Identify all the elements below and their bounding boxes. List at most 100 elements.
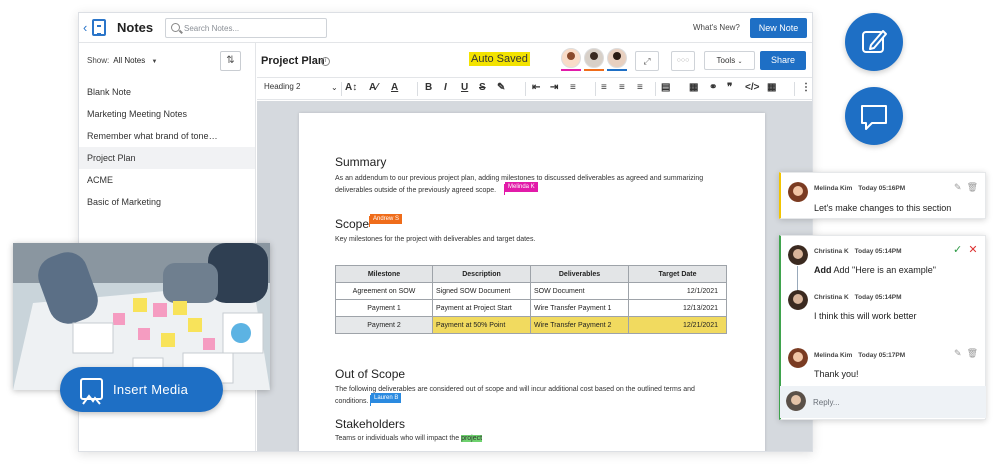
font-style-icon[interactable]: A⁄ (369, 82, 378, 93)
close-icon[interactable]: ✕ (968, 244, 977, 256)
comment-text: Let's make changes to this section (814, 203, 952, 213)
author-name: Melinda Kim (814, 352, 853, 359)
table-header-row: Milestone Description Deliverables Targe… (335, 265, 727, 283)
quote-icon[interactable]: ❞ (727, 82, 732, 93)
search-icon (171, 23, 180, 32)
toolbar-divider (525, 82, 526, 96)
highlighted-word: project (461, 435, 483, 442)
avatar (788, 182, 808, 202)
toolbar-divider (417, 82, 418, 96)
link-icon[interactable]: ⚭ (709, 82, 717, 93)
font-size-icon[interactable]: A↕ (345, 82, 357, 93)
font-color-icon[interactable]: A (391, 82, 398, 93)
app-title: Notes (117, 20, 154, 35)
table-cell: SOW Document (530, 282, 629, 300)
toolbar-divider (595, 82, 596, 96)
collaborator-avatar[interactable] (584, 48, 604, 68)
note-item[interactable]: Remember what brand of tone… (79, 125, 255, 147)
heading-style-select[interactable]: Heading 2 (264, 82, 300, 91)
highlight-pen-icon[interactable]: ✎ (497, 82, 505, 93)
document-title[interactable]: Project Plan (261, 55, 325, 67)
table-row: Agreement on SOW Signed SOW Document SOW… (335, 282, 727, 300)
avatar (788, 290, 808, 310)
info-icon[interactable]: i (321, 57, 330, 66)
sort-icon: ⇅ (226, 55, 235, 66)
collaborator-tag-lauren: Lauren B (371, 393, 402, 403)
indent-icon[interactable]: ⇥ (550, 82, 558, 93)
select-tool-icon[interactable]: ▤ (661, 82, 670, 93)
comment-author: Melinda Kim Today 05:17PM (814, 352, 905, 359)
align-icon[interactable]: ≡ (570, 82, 576, 93)
image-icon[interactable]: ▦ (689, 82, 698, 93)
check-icon[interactable]: ✓ (953, 244, 962, 256)
bold-icon[interactable]: B (425, 82, 432, 93)
reply-input[interactable] (813, 394, 973, 410)
table-cell: Wire Transfer Payment 2 (530, 316, 629, 334)
avatar-christina (788, 290, 808, 310)
whats-new-link[interactable]: What's New? (693, 23, 740, 32)
suggested-text: Add "Here is an example" (833, 265, 936, 275)
search-input[interactable] (184, 21, 322, 35)
avatar (788, 348, 808, 368)
comment-card: Melinda Kim Today 05:16PM ✎ 🗑 Let's make … (779, 172, 986, 219)
table-cell: 12/1/2021 (628, 282, 727, 300)
checklist-icon[interactable]: ≡ (637, 82, 643, 93)
strikethrough-icon[interactable]: S (479, 82, 486, 93)
collaborator-avatar[interactable] (561, 48, 581, 68)
comment-author: Melinda Kim Today 05:16PM (814, 185, 905, 192)
author-name: Christina K (814, 294, 849, 301)
avatar (788, 245, 808, 265)
share-button[interactable]: Share (760, 51, 806, 70)
stakeholders-text: Teams or individuals who will impact the… (335, 433, 483, 445)
sort-button[interactable]: ⇅ (220, 51, 241, 71)
collaborator-tag-melinda: Melinda K (505, 182, 538, 192)
code-icon[interactable]: </> (745, 82, 759, 93)
italic-icon[interactable]: I (444, 82, 447, 93)
edit-icon[interactable]: ✎ (954, 348, 962, 358)
outdent-icon[interactable]: ⇤ (532, 82, 540, 93)
insert-media-button[interactable]: Insert Media (60, 367, 223, 412)
note-item[interactable]: ACME (79, 169, 255, 191)
underline-icon[interactable]: U (461, 82, 468, 93)
comment-time: Today 05:14PM (854, 248, 902, 255)
mountain-icon (82, 394, 101, 405)
show-filter[interactable]: Show: All Notes ▼ (87, 56, 157, 65)
numbered-list-icon[interactable]: ≡ (619, 82, 625, 93)
trash-icon[interactable]: 🗑 (967, 182, 978, 192)
stakeholders-heading: Stakeholders (335, 417, 406, 431)
more-options-button[interactable]: ○○○ (671, 51, 695, 71)
comment-author: Christina K Today 05:14PM (814, 294, 902, 301)
show-label: Show: (87, 56, 110, 65)
out-of-scope-text-line-2: conditions. (335, 398, 369, 405)
comments-button[interactable] (845, 87, 903, 145)
edit-note-button[interactable] (845, 13, 903, 71)
table-cell: Wire Transfer Payment 1 (530, 299, 629, 317)
table-icon[interactable]: ▦ (767, 82, 776, 93)
chevron-down-icon: ⌄ (737, 59, 743, 65)
new-note-button[interactable]: New Note (750, 18, 807, 38)
bullet-list-icon[interactable]: ≡ (601, 82, 607, 93)
note-item[interactable]: Marketing Meeting Notes (79, 103, 255, 125)
edit-icon[interactable]: ✎ (954, 182, 962, 192)
trash-icon[interactable]: 🗑 (967, 348, 978, 358)
document-page[interactable]: Summary As an addendum to our previous p… (299, 113, 765, 451)
back-chevron-icon[interactable]: ‹ (83, 20, 87, 35)
scope-heading: Scope (335, 217, 370, 231)
expand-button[interactable]: ⤢ (635, 51, 659, 71)
comment-time: Today 05:17PM (858, 352, 906, 359)
search-box[interactable] (165, 18, 327, 38)
note-item-selected[interactable]: Project Plan (79, 147, 255, 169)
expand-icon: ⤢ (643, 56, 651, 66)
more-vertical-icon[interactable]: ⋮ (801, 82, 811, 93)
reply-box[interactable] (780, 386, 986, 418)
edit-pencil-icon (862, 30, 887, 53)
avatar (786, 391, 806, 411)
tools-dropdown[interactable]: Tools ⌄ (704, 51, 755, 70)
avatar-melinda (788, 348, 808, 368)
collaborator-avatar[interactable] (607, 48, 627, 68)
note-item[interactable]: Basic of Marketing (79, 191, 255, 213)
insert-media-label: Insert Media (113, 382, 189, 397)
note-item[interactable]: Blank Note (79, 81, 255, 103)
collaborator-color-bar (607, 69, 627, 71)
autosave-status: Auto Saved (469, 52, 530, 66)
